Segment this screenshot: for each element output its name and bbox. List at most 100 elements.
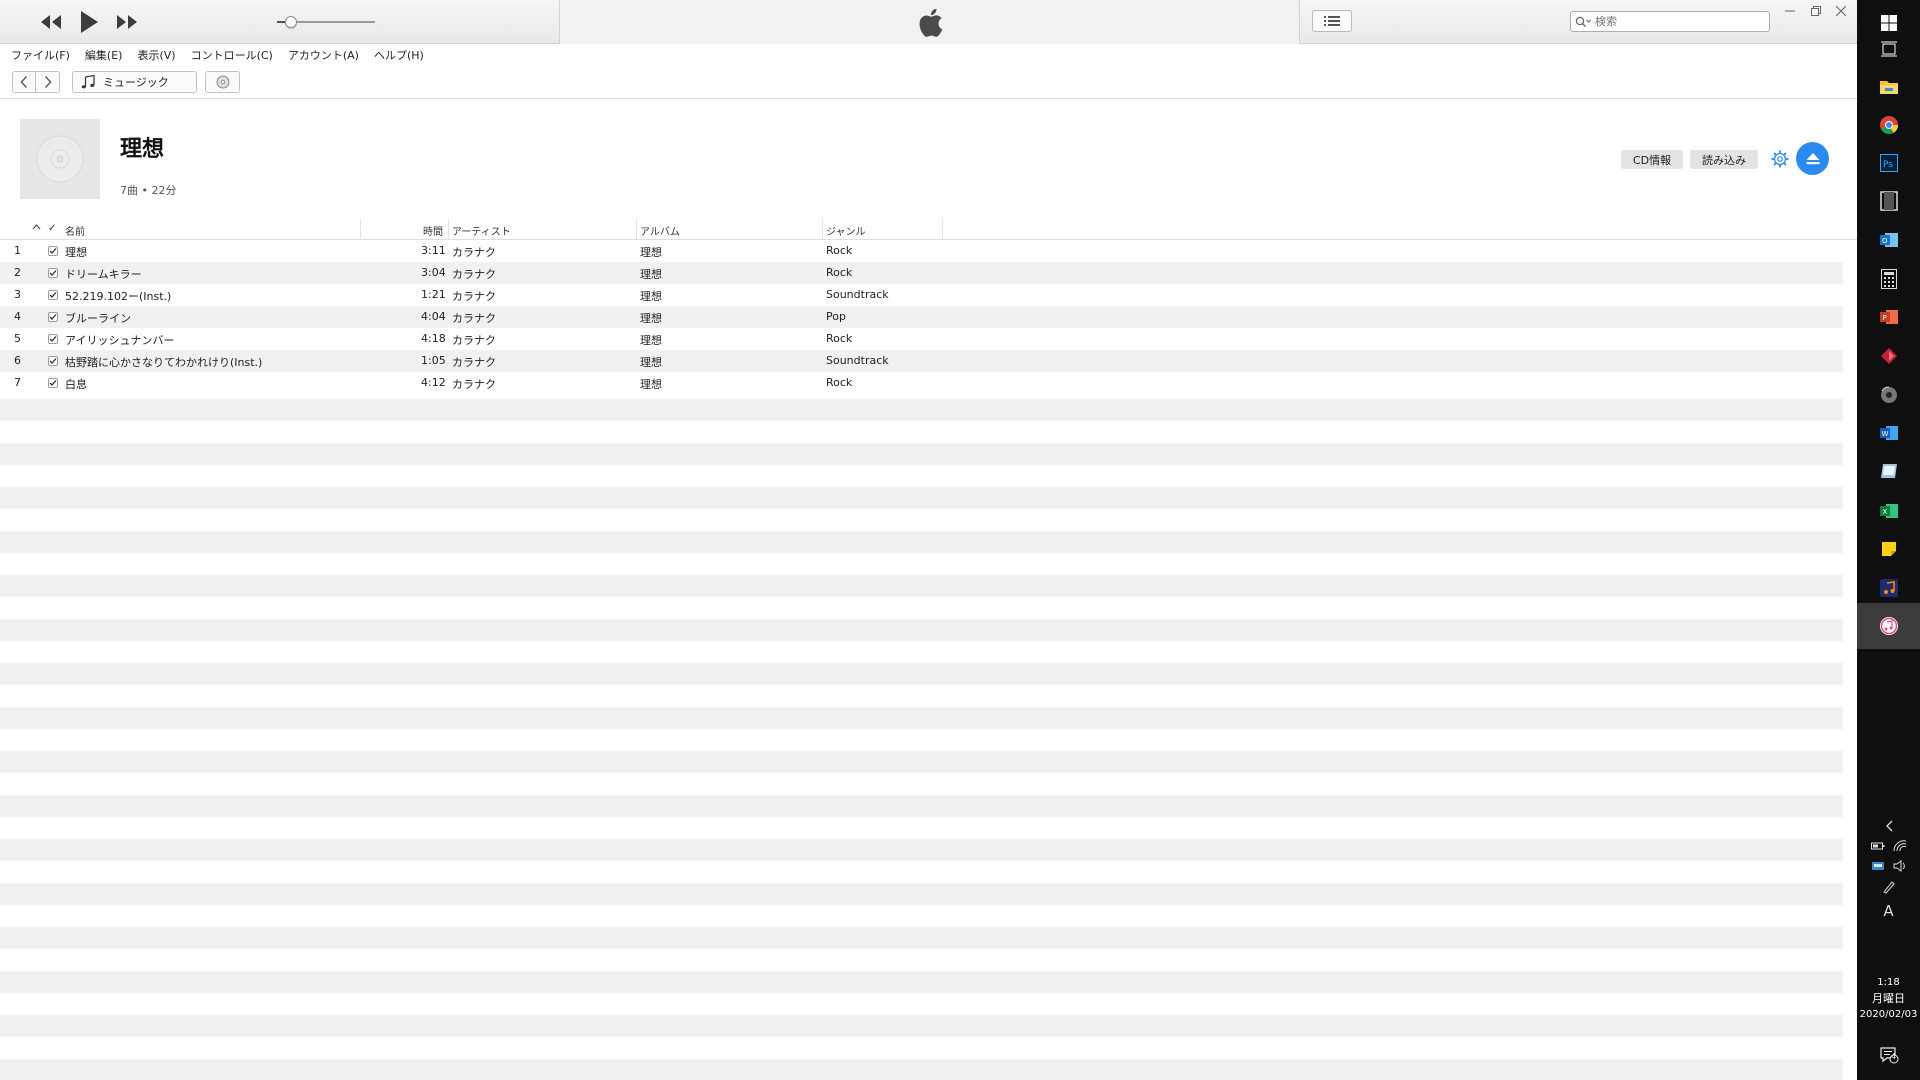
track-artist: カラナク [452,312,496,325]
checkmark-icon [49,248,57,254]
sort-indicator-icon[interactable] [32,222,41,233]
forward-button[interactable] [36,71,60,93]
menu-controls[interactable]: コントロール(C) [191,47,273,63]
cd-info-button[interactable]: CD情報 [1621,150,1683,169]
track-name: 理想 [65,246,87,259]
battery-icon[interactable] [1870,840,1885,852]
volume-knob[interactable] [284,16,297,28]
checkmark-icon [49,314,57,320]
minimize-icon [1785,10,1795,12]
menu-account[interactable]: アカウント(A) [288,47,359,63]
media-picker[interactable]: ミュージック [72,71,197,93]
column-header-artist[interactable]: アーティスト [452,223,511,238]
minimize-button[interactable] [1780,2,1800,20]
pen-icon[interactable] [1882,880,1896,894]
list-icon [1324,16,1340,26]
column-divider[interactable] [942,219,943,239]
column-header-time[interactable]: 時間 [423,223,443,238]
search-input[interactable] [1595,15,1765,28]
column-header-album[interactable]: アルバム [640,223,680,238]
album-summary: 7曲 • 22分 [120,184,177,197]
cd-source-button[interactable] [205,71,240,93]
menu-help[interactable]: ヘルプ(H) [374,47,424,63]
track-include-checkbox[interactable] [48,378,58,388]
svg-text:X: X [1882,508,1887,516]
search-field[interactable] [1570,11,1770,32]
track-row[interactable]: 4 ブルーライン 4:04 カラナク 理想 Pop [0,306,1857,328]
track-time: 4:04 [421,310,446,323]
player-toolbar [0,0,1857,44]
back-button[interactable] [12,71,36,93]
track-artist: カラナク [452,246,496,259]
svg-text:Ps: Ps [1883,160,1893,170]
network-drive-icon[interactable] [1871,860,1885,872]
track-row[interactable]: 6 枯野踏に心かさなりてわかれけり(Inst.) 1:05 カラナク 理想 Soundtr… [0,350,1857,372]
track-row[interactable]: 7 白息 4:12 カラナク 理想 Rock [0,372,1857,394]
status-display [559,0,1300,44]
menu-bar: ファイル(F) 編集(E) 表示(V) コントロール(C) アカウント(A) ヘ… [0,44,1857,65]
track-genre: Rock [826,332,853,345]
volume-slider[interactable] [277,16,375,28]
import-settings-button[interactable] [1769,148,1791,170]
clock-date: 2020/02/03 [1859,1009,1918,1020]
taskbar-button-itunes[interactable] [1857,603,1920,649]
wifi-icon[interactable] [1892,840,1907,852]
column-divider[interactable] [636,219,637,239]
track-genre: Rock [826,376,853,389]
taskbar-clock[interactable]: 1:18 月曜日 2020/02/03 [1857,975,1920,1023]
track-number: 2 [14,266,21,279]
eject-button[interactable] [1796,142,1829,175]
column-header-genre[interactable]: ジャンル [826,223,866,238]
track-album: 理想 [640,268,662,281]
calculator-icon [1880,269,1897,289]
track-include-checkbox[interactable] [48,334,58,344]
notes-app-icon [1880,464,1897,478]
column-divider[interactable] [448,219,449,239]
menu-edit[interactable]: 編集(E) [85,47,123,63]
empty-row-area [0,399,1843,1080]
scroll-gutter [1843,240,1857,1080]
track-album: 理想 [640,356,662,369]
excel-icon: X [1879,504,1898,518]
track-row[interactable]: 1 理想 3:11 カラナク 理想 Rock [0,240,1857,262]
track-number: 5 [14,332,21,345]
fast-forward-button[interactable] [112,6,142,38]
column-divider[interactable] [822,219,823,239]
action-center-button[interactable]: 4 [1857,1040,1920,1070]
track-include-checkbox[interactable] [48,356,58,366]
menu-view[interactable]: 表示(V) [137,47,175,63]
track-number: 7 [14,376,21,389]
column-divider[interactable] [360,219,361,239]
itunes-window: ファイル(F) 編集(E) 表示(V) コントロール(C) アカウント(A) ヘ… [0,0,1857,1080]
track-row[interactable]: 3 52.219.102ー(Inst.) 1:21 カラナク 理想 Soundtrack [0,284,1857,306]
chevron-right-icon [44,76,51,88]
checkmark-icon [49,270,57,276]
restore-icon [1811,6,1821,16]
close-button[interactable] [1831,2,1851,20]
play-button[interactable] [76,6,102,38]
track-row[interactable]: 2 ドリームキラー 3:04 カラナク 理想 Rock [0,262,1857,284]
track-include-checkbox[interactable] [48,290,58,300]
track-include-checkbox[interactable] [48,312,58,322]
column-header-check[interactable]: ✓ [48,223,56,234]
track-include-checkbox[interactable] [48,246,58,256]
import-cd-button[interactable]: 読み込み [1690,150,1758,169]
track-number: 1 [14,244,21,257]
column-header-name[interactable]: 名前 [65,223,85,238]
track-include-checkbox[interactable] [48,268,58,278]
task-view-icon [1880,41,1897,57]
menu-file[interactable]: ファイル(F) [11,47,70,63]
disc-app-icon [1880,386,1897,403]
navigation-bar: ミュージック [0,65,1857,99]
show-hidden-icons-chevron-icon[interactable] [1884,820,1894,832]
track-row[interactable]: 5 アイリッシュナンバー 4:18 カラナク 理想 Rock [0,328,1857,350]
up-next-list-button[interactable] [1312,10,1352,32]
input-method-indicator[interactable]: A [1883,902,1893,920]
track-number: 3 [14,288,21,301]
speaker-icon[interactable] [1893,860,1907,872]
restore-button[interactable] [1806,2,1826,20]
track-time: 1:05 [421,354,446,367]
cd-icon [216,75,229,89]
rewind-button[interactable] [36,6,66,38]
eject-icon [1806,152,1819,164]
